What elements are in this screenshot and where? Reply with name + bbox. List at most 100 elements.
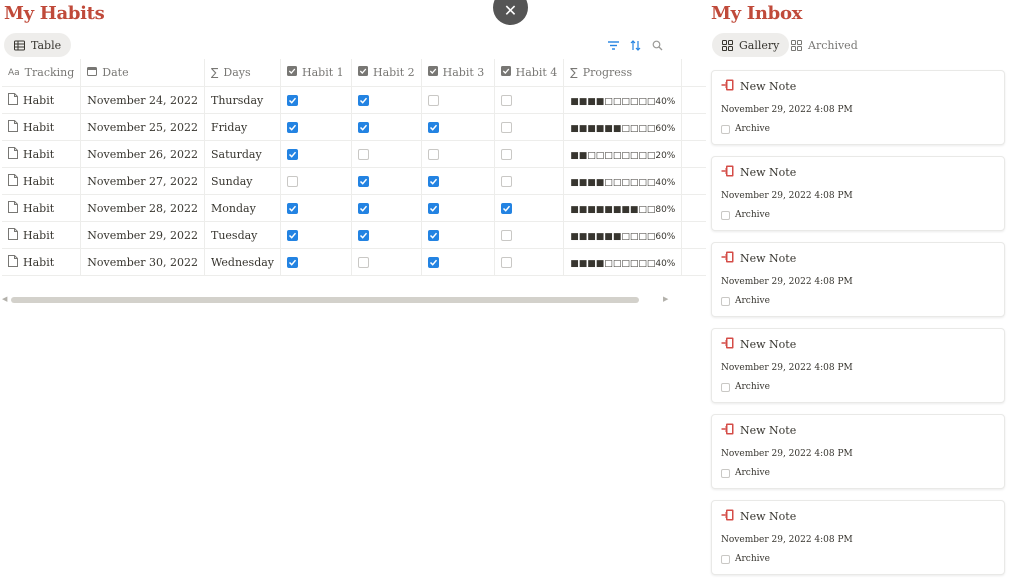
habit-1-checkbox[interactable] — [287, 149, 299, 160]
tracking-cell[interactable]: Habit — [2, 140, 82, 168]
habit-2-checkbox[interactable] — [358, 95, 370, 106]
habit-1-checkbox[interactable] — [287, 95, 299, 106]
habit-1-checkbox[interactable] — [287, 230, 299, 241]
progress-cell[interactable]: ■■■■■■□□□□60% — [563, 221, 683, 249]
habit-1-checkbox[interactable] — [287, 257, 299, 268]
habit-1-checkbox[interactable] — [287, 176, 299, 187]
date-cell[interactable]: November 25, 2022 — [80, 113, 205, 141]
date-cell[interactable]: November 27, 2022 — [80, 167, 205, 195]
table-row[interactable]: Habit November 28, 2022 Monday ■■■■■■■■□□80… — [2, 194, 707, 222]
progress-cell[interactable]: ■■■■□□□□□□40% — [563, 167, 683, 195]
habit-3-checkbox[interactable] — [427, 149, 439, 160]
archive-checkbox[interactable] — [721, 210, 730, 220]
habit-2-checkbox[interactable] — [358, 149, 370, 160]
habit-3-checkbox[interactable] — [427, 176, 439, 187]
day-cell[interactable]: Sunday — [204, 167, 282, 195]
habit-4-checkbox[interactable] — [500, 257, 512, 268]
progress-cell[interactable]: ■■■■■■■■□□80% — [563, 194, 683, 222]
table-row[interactable]: Habit November 24, 2022 Thursday ■■■■□□□□□□… — [2, 86, 707, 114]
habit-1-checkbox[interactable] — [287, 122, 299, 133]
table-row[interactable]: Habit November 30, 2022 Wednesday ■■■■□□□□□… — [2, 248, 707, 276]
note-card[interactable]: New Note November 29, 2022 4:08 PM Archive — [711, 500, 1005, 575]
habit-1-checkbox[interactable] — [287, 203, 299, 214]
habit-2-checkbox[interactable] — [358, 176, 370, 187]
archived-view-tab[interactable]: Archived — [791, 33, 858, 57]
column-header-progress[interactable]: ∑ Progress — [563, 59, 683, 87]
column-header-tracking[interactable]: Aa Tracking — [2, 59, 82, 87]
table-row[interactable]: Habit November 29, 2022 Tuesday ■■■■■■□□□□6… — [2, 221, 707, 249]
habit-2-checkbox[interactable] — [358, 122, 370, 133]
habit-2-checkbox[interactable] — [358, 203, 370, 214]
tracking-cell[interactable]: Habit — [2, 167, 82, 195]
day-cell[interactable]: Friday — [204, 113, 282, 141]
note-card[interactable]: New Note November 29, 2022 4:08 PM Archive — [711, 328, 1005, 403]
column-header-days[interactable]: ∑ Days — [204, 59, 282, 87]
date-cell[interactable]: November 28, 2022 — [80, 194, 205, 222]
column-header-habit-4[interactable]: Habit 4 — [494, 59, 565, 87]
horizontal-scrollbar[interactable]: ◀ ▶ — [0, 295, 672, 305]
habit-3-checkbox[interactable] — [427, 95, 439, 106]
habit-4-cell — [494, 113, 565, 141]
habit-4-checkbox[interactable] — [500, 149, 512, 160]
scroll-left-icon[interactable]: ◀ — [2, 295, 7, 303]
habit-3-checkbox[interactable] — [427, 203, 439, 214]
progress-bar: ■■■■■■□□□□ — [570, 231, 656, 242]
progress-cell[interactable]: ■■■■□□□□□□40% — [563, 248, 683, 276]
progress-cell[interactable]: ■■■■■■□□□□60% — [563, 113, 683, 141]
note-card[interactable]: New Note November 29, 2022 4:08 PM Archive — [711, 414, 1005, 489]
archive-label: Archive — [735, 554, 770, 564]
column-header-habit-1[interactable]: Habit 1 — [280, 59, 353, 87]
scroll-right-icon[interactable]: ▶ — [663, 295, 668, 303]
day-cell[interactable]: Thursday — [204, 86, 282, 114]
search-icon[interactable] — [651, 38, 663, 52]
note-card[interactable]: New Note November 29, 2022 4:08 PM Archive — [711, 242, 1005, 317]
tracking-cell[interactable]: Habit — [2, 194, 82, 222]
empty-cell — [681, 221, 707, 249]
habit-2-checkbox[interactable] — [358, 230, 370, 241]
archive-checkbox[interactable] — [721, 124, 730, 134]
page-icon — [8, 227, 18, 243]
filter-icon[interactable] — [607, 38, 619, 52]
note-card[interactable]: New Note November 29, 2022 4:08 PM Archive — [711, 156, 1005, 231]
habit-4-checkbox[interactable] — [500, 95, 512, 106]
column-header-habit-3[interactable]: Habit 3 — [421, 59, 495, 87]
tracking-cell[interactable]: Habit — [2, 221, 82, 249]
habit-1-cell — [280, 140, 353, 168]
day-cell[interactable]: Wednesday — [204, 248, 282, 276]
habit-3-checkbox[interactable] — [427, 230, 439, 241]
progress-cell[interactable]: ■■□□□□□□□□20% — [563, 140, 683, 168]
scrollbar-thumb[interactable] — [11, 297, 639, 303]
column-header-date[interactable]: Date — [80, 59, 205, 87]
habit-4-checkbox[interactable] — [500, 230, 512, 241]
table-row[interactable]: Habit November 27, 2022 Sunday ■■■■□□□□□□40… — [2, 167, 707, 195]
date-cell[interactable]: November 30, 2022 — [80, 248, 205, 276]
tracking-cell[interactable]: Habit — [2, 248, 82, 276]
archive-checkbox[interactable] — [721, 554, 730, 564]
habit-3-checkbox[interactable] — [427, 257, 439, 268]
tracking-cell[interactable]: Habit — [2, 86, 82, 114]
tracking-cell[interactable]: Habit — [2, 113, 82, 141]
day-cell[interactable]: Saturday — [204, 140, 282, 168]
habit-4-checkbox[interactable] — [500, 176, 512, 187]
table-view-tab[interactable]: Table — [4, 33, 72, 57]
note-card[interactable]: New Note November 29, 2022 4:08 PM Archive — [711, 70, 1005, 145]
archive-checkbox[interactable] — [721, 468, 730, 478]
date-cell[interactable]: November 29, 2022 — [80, 221, 205, 249]
column-header-habit-2[interactable]: Habit 2 — [351, 59, 422, 87]
table-row[interactable]: Habit November 25, 2022 Friday ■■■■■■□□□□60… — [2, 113, 707, 141]
day-cell[interactable]: Monday — [204, 194, 282, 222]
archive-checkbox[interactable] — [721, 382, 730, 392]
gallery-view-tab[interactable]: Gallery — [712, 33, 790, 57]
habit-4-checkbox[interactable] — [500, 122, 512, 133]
habit-3-checkbox[interactable] — [427, 122, 439, 133]
table-row[interactable]: Habit November 26, 2022 Saturday ■■□□□□□□□□… — [2, 140, 707, 168]
progress-cell[interactable]: ■■■■□□□□□□40% — [563, 86, 683, 114]
habit-4-checkbox[interactable] — [500, 203, 512, 214]
close-button[interactable]: ✕ — [493, 0, 528, 25]
habit-2-checkbox[interactable] — [358, 257, 370, 268]
date-cell[interactable]: November 24, 2022 — [80, 86, 205, 114]
archive-checkbox[interactable] — [721, 296, 730, 306]
date-cell[interactable]: November 26, 2022 — [80, 140, 205, 168]
sort-icon[interactable] — [629, 38, 641, 52]
day-cell[interactable]: Tuesday — [204, 221, 282, 249]
